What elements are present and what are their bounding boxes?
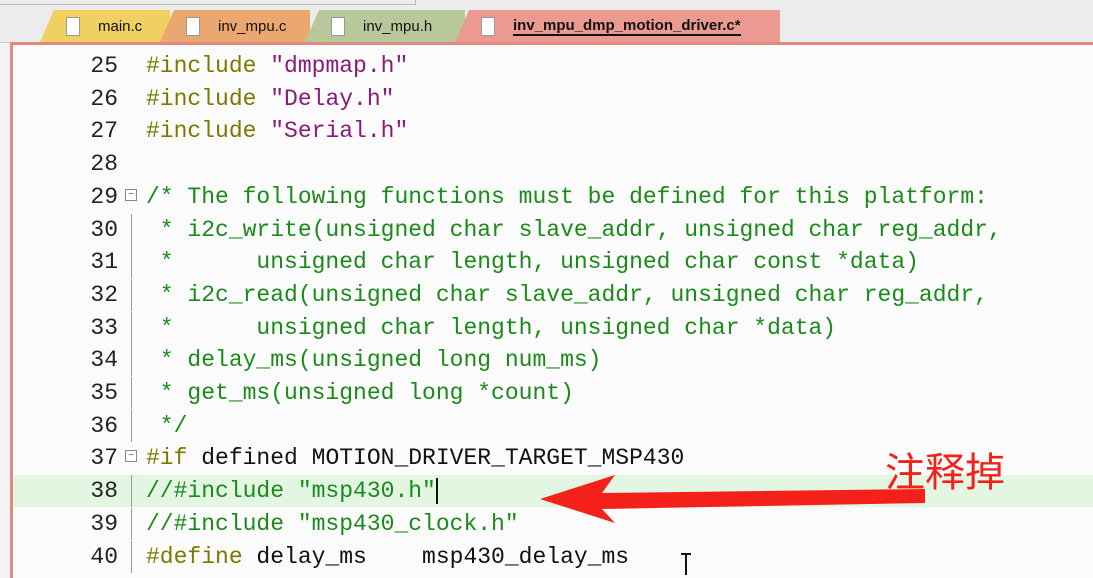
tab-inv-mpu-dmp-motion-driver-c-[interactable]: inv_mpu_dmp_motion_driver.c* <box>455 10 780 42</box>
code-text: * i2c_read(unsigned char slave_addr, uns… <box>146 279 988 311</box>
code-token: * get_ms(unsigned long *count) <box>146 380 574 406</box>
code-text: */ <box>146 410 188 442</box>
code-token: #include <box>146 118 271 145</box>
file-icon <box>186 16 200 36</box>
line-number: 32 <box>90 281 118 308</box>
fold-guide <box>131 311 132 344</box>
code-token: delay_ms msp430_delay_ms <box>256 543 630 570</box>
tab-inv-mpu-c[interactable]: inv_mpu.c <box>160 10 310 42</box>
code-token: //#include "msp430_clock.h" <box>146 510 519 537</box>
fold-guide <box>131 278 132 311</box>
line-number: 36 <box>90 412 118 439</box>
code-line[interactable]: 35 * get_ms(unsigned long *count) <box>13 377 1093 409</box>
code-token: //#include "msp430.h" <box>146 478 436 505</box>
code-line[interactable]: 30 * i2c_write(unsigned char slave_addr,… <box>13 213 1093 246</box>
red-arrow-icon <box>540 475 925 523</box>
line-number: 26 <box>90 85 118 112</box>
code-line[interactable]: 36 */ <box>13 409 1093 442</box>
fold-guide <box>131 409 132 442</box>
code-line[interactable]: 33 * unsigned char length, unsigned char… <box>13 311 1093 344</box>
code-token: #include <box>146 53 271 79</box>
fold-guide <box>131 213 132 246</box>
code-line[interactable]: 32 * i2c_read(unsigned char slave_addr, … <box>13 278 1093 311</box>
fold-guide <box>131 344 132 377</box>
code-text: * get_ms(unsigned long *count) <box>146 377 574 409</box>
code-text: * unsigned char length, unsigned char *d… <box>146 312 836 344</box>
fold-guide <box>131 507 132 540</box>
code-text: #define delay_ms msp430_delay_ms <box>146 541 629 573</box>
tab-label: inv_mpu_dmp_motion_driver.c* <box>513 16 741 36</box>
code-line[interactable]: 34 * delay_ms(unsigned long num_ms) <box>13 344 1093 377</box>
fold-toggle-icon[interactable]: − <box>125 450 137 463</box>
code-line[interactable]: 25 #include "dmpmap.h" <box>13 50 1093 82</box>
line-number: 27 <box>90 118 118 145</box>
code-line[interactable]: 27 #include "Serial.h" <box>13 115 1093 147</box>
line-number: 29 <box>90 183 118 210</box>
code-text: //#include "msp430.h" <box>146 475 438 507</box>
code-line[interactable]: 28 <box>13 148 1093 180</box>
line-number: 38 <box>90 478 118 505</box>
code-token: * i2c_write(unsigned char slave_addr, un… <box>146 216 1002 243</box>
code-token: "Delay.h" <box>270 85 395 112</box>
file-icon <box>481 16 495 36</box>
line-number: 25 <box>90 53 118 79</box>
tab-main-c[interactable]: main.c <box>40 10 170 42</box>
code-text: //#include "msp430_clock.h" <box>146 508 519 540</box>
text-caret <box>435 478 438 505</box>
code-text: * delay_ms(unsigned long num_ms) <box>146 344 602 376</box>
line-number: 35 <box>90 380 118 406</box>
code-token: * i2c_read(unsigned char slave_addr, uns… <box>146 281 988 308</box>
code-text: #if defined MOTION_DRIVER_TARGET_MSP430 <box>146 442 684 474</box>
tab-label: inv_mpu.c <box>218 17 287 35</box>
code-token: #define <box>146 543 257 570</box>
code-text: #include "Serial.h" <box>146 115 408 147</box>
code-token: defined MOTION_DRIVER_TARGET_MSP430 <box>201 445 685 472</box>
line-number: 28 <box>90 151 118 178</box>
code-text: * i2c_write(unsigned char slave_addr, un… <box>146 214 1002 246</box>
tab-bar: main.c inv_mpu.c inv_mpu.h inv_mpu_dmp_moti… <box>0 0 1093 43</box>
code-token: */ <box>146 412 188 439</box>
tab-inv-mpu-h[interactable]: inv_mpu.h <box>305 10 465 42</box>
fold-guide <box>131 246 132 279</box>
line-number: 33 <box>90 314 118 341</box>
code-text: #include "Delay.h" <box>146 83 394 115</box>
line-number: 34 <box>90 347 118 374</box>
code-line[interactable]: 29−/* The following functions must be de… <box>13 181 1093 213</box>
fold-guide <box>131 540 132 573</box>
code-text: #include "dmpmap.h" <box>146 50 408 82</box>
file-icon <box>66 16 80 36</box>
line-number: 37 <box>90 445 118 472</box>
fold-guide <box>131 475 132 508</box>
file-icon <box>331 16 345 36</box>
text-cursor-icon <box>681 553 691 575</box>
line-number: 30 <box>90 216 118 243</box>
code-token: #if <box>146 445 202 472</box>
code-token: "dmpmap.h" <box>270 53 409 79</box>
code-token: * delay_ms(unsigned long num_ms) <box>146 347 602 374</box>
code-text: /* The following functions must be defin… <box>146 181 988 213</box>
code-token: /* The following functions must be defin… <box>146 183 988 210</box>
tab-bar-divider <box>0 0 416 5</box>
code-token: * unsigned char length, unsigned char *d… <box>146 314 837 341</box>
code-line[interactable]: 31 * unsigned char length, unsigned char… <box>13 246 1093 279</box>
line-number: 40 <box>90 543 118 570</box>
fold-guide <box>131 377 132 409</box>
fold-toggle-icon[interactable]: − <box>125 188 137 201</box>
code-token: * unsigned char length, unsigned char co… <box>146 249 919 276</box>
line-number: 31 <box>90 249 118 276</box>
tab-label: main.c <box>98 17 143 35</box>
code-text: * unsigned char length, unsigned char co… <box>146 246 919 278</box>
code-line[interactable]: 40 #define delay_ms msp430_delay_ms <box>13 540 1093 573</box>
code-token: "Serial.h" <box>270 118 409 145</box>
tab-label: inv_mpu.h <box>363 17 433 35</box>
line-number: 39 <box>90 510 118 537</box>
code-line[interactable]: 26 #include "Delay.h" <box>13 83 1093 115</box>
code-token: #include <box>146 85 271 112</box>
